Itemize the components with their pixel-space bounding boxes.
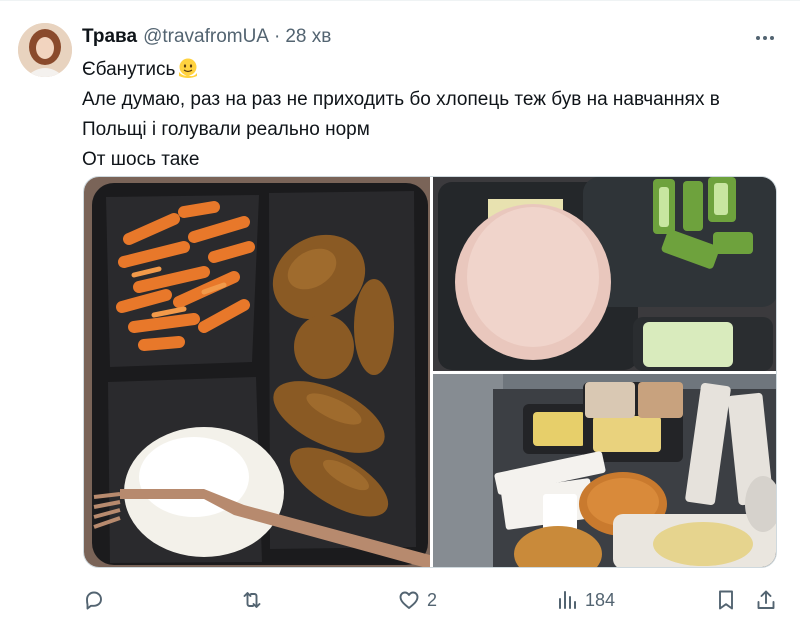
reply-icon xyxy=(86,591,102,610)
more-options-button[interactable] xyxy=(752,28,778,48)
tweet-line-text: Єбанутись xyxy=(82,59,176,80)
top-divider xyxy=(0,0,800,1)
tweet-line: Єбанутись xyxy=(82,55,782,85)
more-dot-icon xyxy=(770,36,774,40)
bookmark-button[interactable] xyxy=(714,585,738,615)
like-count: 2 xyxy=(427,589,438,610)
tweet-actions: 2 184 xyxy=(82,585,782,615)
photo-meat-cucumber[interactable] xyxy=(433,177,776,371)
display-name[interactable]: Трава xyxy=(82,26,137,48)
tweet-text: Єбанутись Але думаю, раз на раз не прихо… xyxy=(82,55,782,175)
media-grid xyxy=(83,176,777,568)
melting-face-emoji-icon xyxy=(179,58,198,78)
retweet-button[interactable] xyxy=(240,585,270,615)
share-button[interactable] xyxy=(754,585,778,615)
photo-food-package[interactable] xyxy=(433,374,776,567)
separator-dot: · xyxy=(273,26,281,47)
views-chart-icon xyxy=(559,591,576,609)
more-dot-icon xyxy=(756,36,760,40)
views-count: 184 xyxy=(585,589,616,610)
tweet-header: Трава @travafromUA · 28 хв xyxy=(82,25,331,49)
timestamp[interactable]: 28 хв xyxy=(285,26,331,48)
user-handle[interactable]: @travafromUA xyxy=(143,26,269,48)
views-button[interactable]: 184 xyxy=(555,585,615,615)
tweet-line: Польщі і голували реально норм xyxy=(82,119,370,140)
share-icon xyxy=(757,590,775,609)
avatar[interactable] xyxy=(18,23,72,77)
retweet-icon xyxy=(243,592,261,608)
more-dot-icon xyxy=(763,36,767,40)
bookmark-icon xyxy=(719,590,733,610)
like-button[interactable]: 2 xyxy=(397,585,437,615)
reply-button[interactable] xyxy=(82,585,112,615)
photo-meal-tray[interactable] xyxy=(84,177,430,567)
tweet-line: Але думаю, раз на раз не приходить бо хл… xyxy=(82,89,720,110)
heart-icon xyxy=(399,591,419,609)
tweet-line: От шось таке xyxy=(82,149,200,170)
